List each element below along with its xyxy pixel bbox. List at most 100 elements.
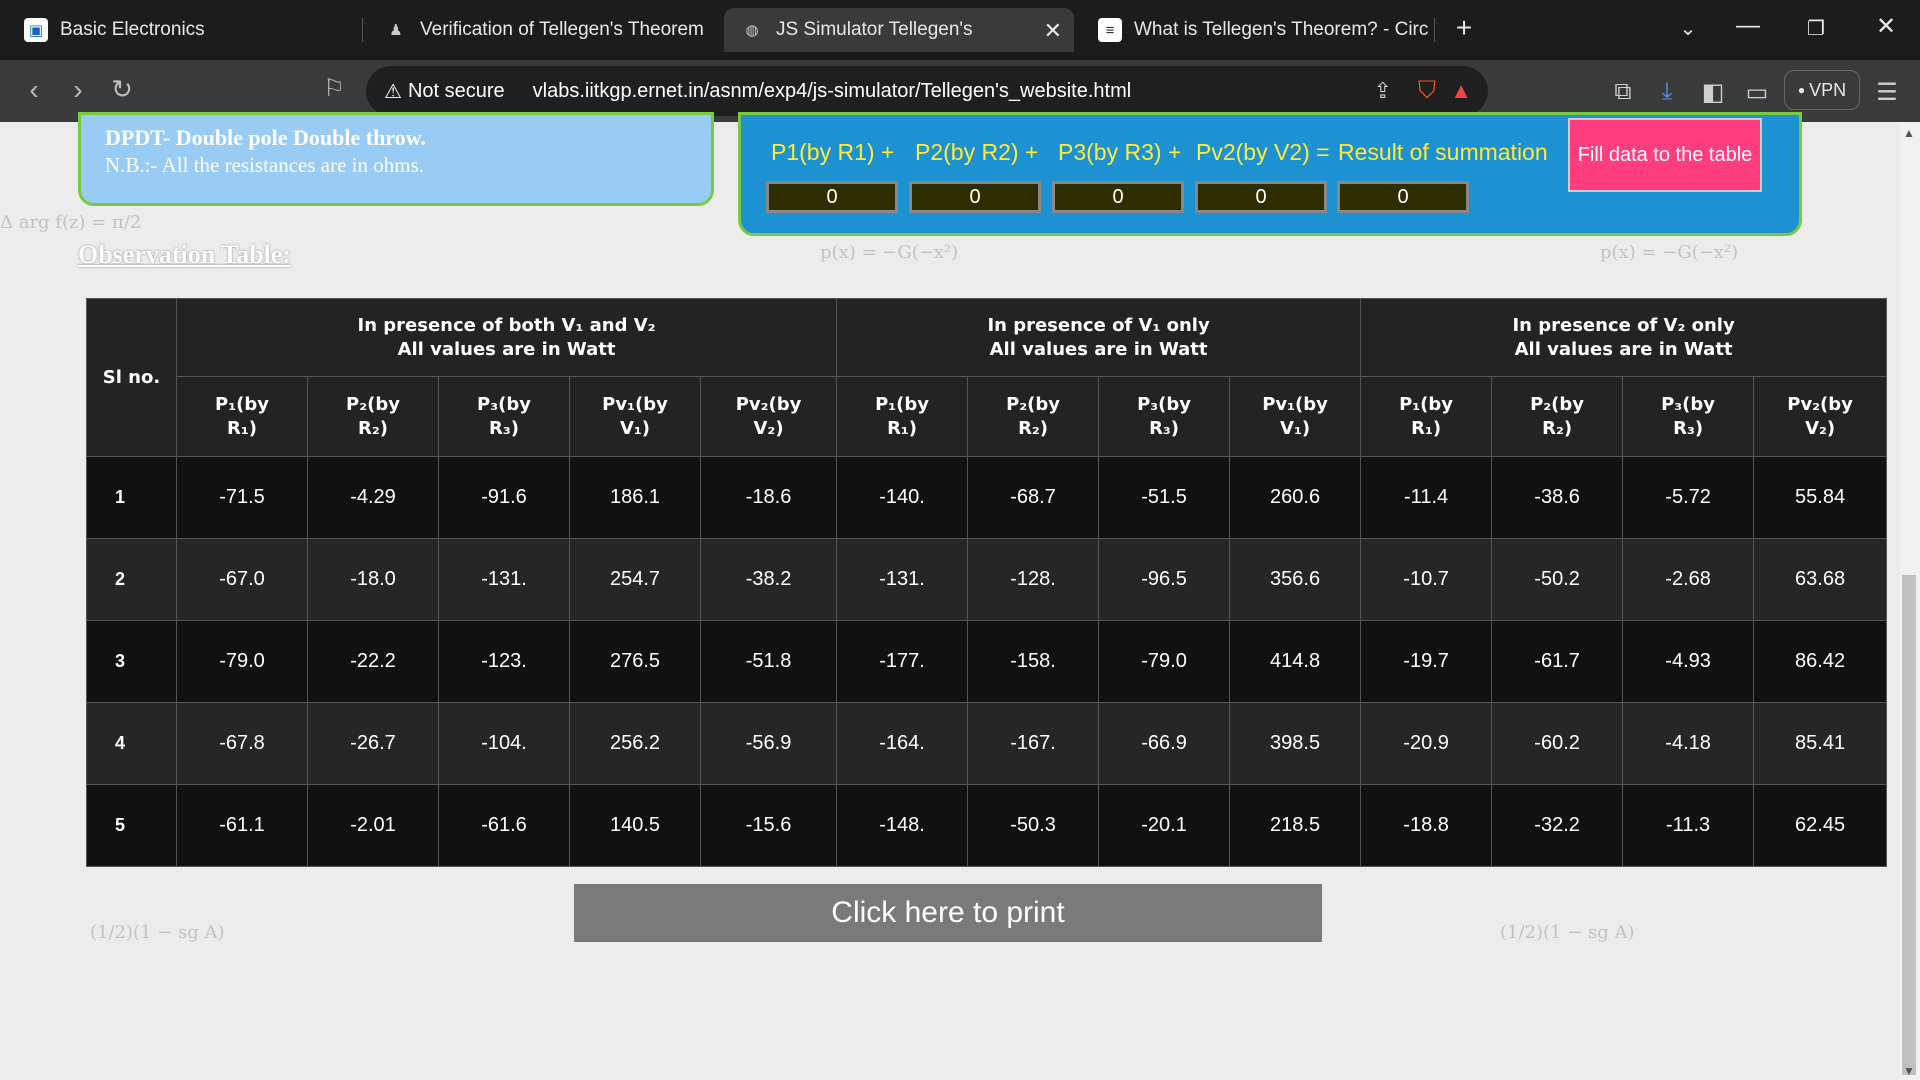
menu-icon[interactable]: ☰ xyxy=(1872,78,1902,107)
column-header-line: R₂) xyxy=(1542,417,1573,439)
vpn-label: VPN xyxy=(1809,79,1847,100)
reload-icon[interactable]: ↻ xyxy=(104,74,140,105)
table-cell: -79.0 xyxy=(1098,620,1231,703)
background-sketch: p(x) = −G(−x²) xyxy=(820,242,959,263)
table-cell: -38.2 xyxy=(699,538,838,621)
column-header-line: Pv₁(by xyxy=(602,394,668,416)
tab-basic-electronics[interactable]: ▣ Basic Electronics xyxy=(8,8,356,52)
restore-icon[interactable]: ❐ xyxy=(1796,16,1836,41)
table-cell: 86.42 xyxy=(1753,620,1888,703)
forward-icon[interactable]: › xyxy=(60,74,96,106)
brave-rewards-icon[interactable]: ▲ xyxy=(1450,78,1472,104)
bookmark-icon[interactable]: ⚐ xyxy=(316,74,352,103)
table-cell: -32.2 xyxy=(1491,784,1624,867)
scroll-down-icon[interactable]: ▼ xyxy=(1903,1064,1915,1078)
close-window-icon[interactable]: ✕ xyxy=(1866,12,1906,41)
column-header: P₃(by R₃) xyxy=(438,376,570,457)
column-header: P₁(by R₁) xyxy=(1360,376,1493,457)
group-header-line2: All values are in Watt xyxy=(989,338,1208,360)
table-cell: -67.0 xyxy=(176,538,308,621)
column-header: P₁(by R₁) xyxy=(176,376,308,457)
table-row: 5 -61.1 -2.01 -61.6 140.5 -15.6 -148. -50.3 -20.… xyxy=(86,784,1888,867)
p2-label: P2(by R2) + xyxy=(915,139,1039,165)
table-row: 2 -67.0 -18.0 -131. 254.7 -38.2 -131. -128. -96.… xyxy=(86,538,1888,621)
column-header-line: Pv₂(by xyxy=(735,394,802,416)
table-cell: -11.4 xyxy=(1360,456,1493,539)
column-header-line: P₂(by xyxy=(346,394,400,416)
column-header: P₃(by R₃) xyxy=(1622,376,1755,457)
group-header-line1: In presence of V₁ only xyxy=(987,315,1210,337)
address-bar[interactable]: ⚠ Not secure vlabs.iitkgp.ernet.in/asnm/… xyxy=(366,66,1488,116)
sl-no-cell: 5 xyxy=(86,784,177,867)
observation-table-title: Observation Table: xyxy=(78,240,292,269)
sl-no-cell: 2 xyxy=(86,538,177,621)
print-button[interactable]: Click here to print xyxy=(574,884,1322,942)
fill-table-button[interactable]: Fill data to the table xyxy=(1568,118,1762,192)
url-text[interactable]: vlabs.iitkgp.ernet.in/asnm/exp4/js-simul… xyxy=(533,80,1132,103)
table-cell: -50.2 xyxy=(1491,538,1624,621)
column-header-line: P₂(by xyxy=(1006,394,1061,416)
group-header-line1: In presence of both V₁ and V₂ xyxy=(357,315,656,337)
group-header-line2: All values are in Watt xyxy=(1514,338,1733,360)
column-header-line: R₃) xyxy=(489,417,519,439)
wallet-icon[interactable]: ▭ xyxy=(1742,78,1772,107)
back-icon[interactable]: ‹ xyxy=(16,74,52,106)
vpn-button[interactable]: ● VPN xyxy=(1784,70,1860,110)
table-cell: -51.8 xyxy=(699,620,838,703)
background-sketch: (1/2)(1 − sg A) xyxy=(1500,922,1635,943)
table-cell: -51.5 xyxy=(1098,456,1231,539)
scroll-up-icon[interactable]: ▲ xyxy=(1903,126,1915,140)
column-header-line: P₃(by xyxy=(477,394,531,416)
table-cell: 62.45 xyxy=(1753,784,1888,867)
tab-list-chevron-icon[interactable]: ⌄ xyxy=(1668,16,1708,41)
column-header-line: R₃) xyxy=(1149,417,1180,439)
table-cell: -104. xyxy=(438,702,570,785)
dpdt-note: DPDT- Double pole Double throw. xyxy=(105,125,426,150)
table-cell: -15.6 xyxy=(699,784,838,867)
download-icon[interactable]: ⤓ xyxy=(1652,78,1682,106)
table-cell: -10.7 xyxy=(1360,538,1493,621)
table-cell: -61.1 xyxy=(176,784,308,867)
group-header-line2: All values are in Watt xyxy=(397,338,616,360)
table-cell: -131. xyxy=(836,538,969,621)
site-favicon-icon: ▣ xyxy=(24,18,48,42)
table-cell: 276.5 xyxy=(569,620,701,703)
background-sketch: p(x) = −G(−x²) xyxy=(1600,242,1739,263)
minimize-icon[interactable]: — xyxy=(1728,12,1768,40)
table-cell: -20.9 xyxy=(1360,702,1493,785)
table-cell: -128. xyxy=(967,538,1100,621)
vpn-dot-icon: ● xyxy=(1797,83,1806,97)
new-tab-button[interactable]: + xyxy=(1444,12,1484,44)
table-cell: 398.5 xyxy=(1229,702,1362,785)
group-header-line1: In presence of V₂ only xyxy=(1512,315,1735,337)
table-cell: 85.41 xyxy=(1753,702,1888,785)
table-cell: -18.0 xyxy=(307,538,439,621)
document-favicon-icon: ≡ xyxy=(1098,18,1122,42)
table-row: 1 -71.5 -4.29 -91.6 186.1 -18.6 -140. -68.7 -51.… xyxy=(86,456,1888,539)
column-header-line: V₂) xyxy=(1805,417,1836,439)
table-cell: 256.2 xyxy=(569,702,701,785)
table-cell: 186.1 xyxy=(569,456,701,539)
tab-verification[interactable]: ♟ Verification of Tellegen's Theorem xyxy=(368,8,718,52)
close-tab-icon[interactable]: ✕ xyxy=(1044,18,1062,44)
sidebar-icon[interactable]: ◧ xyxy=(1698,78,1728,107)
share-icon[interactable]: ⇪ xyxy=(1374,78,1392,104)
p2-value: 0 xyxy=(909,181,1041,213)
table-cell: -18.6 xyxy=(699,456,838,539)
scrollbar-thumb[interactable] xyxy=(1902,575,1916,1075)
tab-what-is-tellegen[interactable]: ≡ What is Tellegen's Theorem? - Circu xyxy=(1082,8,1428,52)
tab-js-simulator[interactable]: ◍ JS Simulator Tellegen's ✕ xyxy=(724,8,1074,52)
tab-bar: ▣ Basic Electronics ♟ Verification of Te… xyxy=(0,0,1920,60)
column-header-line: R₁) xyxy=(1411,417,1442,439)
security-label[interactable]: Not secure xyxy=(408,80,505,103)
column-header: P₂(by R₂) xyxy=(307,376,439,457)
extensions-icon[interactable]: ⧉ xyxy=(1608,78,1638,106)
table-cell: -4.93 xyxy=(1622,620,1755,703)
table-cell: -66.9 xyxy=(1098,702,1231,785)
person-favicon-icon: ♟ xyxy=(389,22,403,39)
table-cell: 55.84 xyxy=(1753,456,1888,539)
table-cell: -68.7 xyxy=(967,456,1100,539)
table-cell: -4.18 xyxy=(1622,702,1755,785)
column-header-line: V₁) xyxy=(619,417,651,439)
brave-shield-icon[interactable]: ⛉ xyxy=(1418,77,1436,105)
